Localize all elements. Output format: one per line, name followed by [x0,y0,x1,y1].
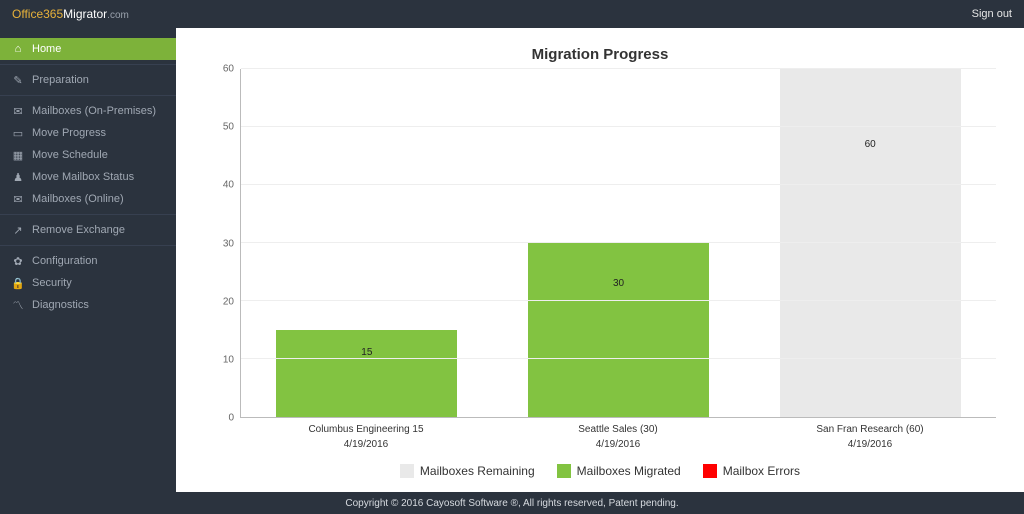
brand-part2: Migrator [63,7,107,21]
x-category-label: Columbus Engineering 15 [240,424,492,435]
bar-slot: 15 [241,69,493,417]
sidebar-item-preparation[interactable]: ✎ Preparation [0,69,176,91]
sidebar-item-configuration[interactable]: ✿ Configuration [0,250,176,272]
sidebar-group: ↗ Remove Exchange [0,214,176,245]
legend: Mailboxes Remaining Mailboxes Migrated Mai… [204,464,996,478]
legend-label: Mailboxes Migrated [577,464,681,478]
sidebar-item-mailboxes-on-premises[interactable]: ✉ Mailboxes (On-Premises) [0,100,176,122]
diagnostics-icon: 〽 [12,299,24,311]
sidebar-item-remove-exchange[interactable]: ↗ Remove Exchange [0,219,176,241]
grid-line [241,68,996,69]
sidebar-item-move-schedule[interactable]: ▦ Move Schedule [0,144,176,166]
sidebar-group: ✿ Configuration 🔒 Security 〽 Diagnostics [0,245,176,320]
legend-swatch [557,464,571,478]
x-date-label: 4/19/2016 [744,439,996,450]
y-tick: 40 [223,180,234,191]
y-tick: 30 [223,238,234,249]
y-tick: 20 [223,296,234,307]
bar-slot: 30 [493,69,745,417]
move-icon: ▭ [12,127,24,139]
grid-line [241,242,996,243]
bar-slot: 60 [744,69,996,417]
mailboxes-icon: ✉ [12,105,24,117]
legend-label: Mailbox Errors [723,464,800,478]
grid-line [241,184,996,185]
preparation-icon: ✎ [12,74,24,86]
content-panel: Migration Progress 0 10 20 30 40 50 60 15 30 60 … [176,28,1024,492]
main: ⌂ Home ✎ Preparation ✉ Mailboxes (On-Premises… [0,28,1024,492]
chart-title: Migration Progress [204,46,996,63]
brand-part3: .com [107,10,129,21]
x-axis: Columbus Engineering 154/19/2016Seattle … [240,418,996,450]
footer-text: Copyright © 2016 Cayosoft Software ®, Al… [345,498,678,509]
legend-swatch [400,464,414,478]
x-date-label: 4/19/2016 [492,439,744,450]
sidebar-item-diagnostics[interactable]: 〽 Diagnostics [0,294,176,316]
mailboxes-icon: ✉ [12,193,24,205]
x-category-label: Seattle Sales (30) [492,424,744,435]
y-tick: 10 [223,354,234,365]
sidebar-item-label: Remove Exchange [32,224,125,236]
brand-logo: Office365Migrator.com [12,7,129,21]
brand-part1: Office365 [12,7,63,21]
legend-item[interactable]: Mailboxes Remaining [400,464,535,478]
sidebar-item-home[interactable]: ⌂ Home [0,38,176,60]
sidebar-item-security[interactable]: 🔒 Security [0,272,176,294]
sidebar-item-label: Configuration [32,255,97,267]
bar-value-label: 30 [528,278,709,289]
bar-value-label: 60 [780,139,961,150]
grid-line [241,300,996,301]
sidebar-item-label: Move Progress [32,127,106,139]
sidebar-item-label: Preparation [32,74,89,86]
topbar: Office365Migrator.com Sign out [0,0,1024,28]
sidebar-item-label: Home [32,43,61,55]
plot-area: 15 30 60 [240,69,996,418]
legend-label: Mailboxes Remaining [420,464,535,478]
y-axis: 0102030405060 [204,69,240,418]
bar[interactable]: 15 [276,330,457,417]
x-date-label: 4/19/2016 [240,439,492,450]
legend-item[interactable]: Mailboxes Migrated [557,464,681,478]
x-cell: San Fran Research (60) 4/19/2016 [744,418,996,450]
sidebar-item-label: Move Schedule [32,149,108,161]
sidebar-item-label: Security [32,277,72,289]
bar[interactable]: 60 [780,69,961,417]
y-tick: 0 [228,413,234,424]
signout-link[interactable]: Sign out [972,8,1012,20]
sidebar-group: ✉ Mailboxes (On-Premises) ▭ Move Progress ▦ M… [0,95,176,214]
move-icon: ♟ [12,171,24,183]
sidebar-item-mailboxes-online[interactable]: ✉ Mailboxes (Online) [0,188,176,210]
move-icon: ▦ [12,149,24,161]
grid-line [241,358,996,359]
sidebar-group: ⌂ Home [0,34,176,64]
sidebar-item-label: Mailboxes (On-Premises) [32,105,156,117]
bar[interactable]: 30 [528,243,709,417]
y-tick: 60 [223,64,234,75]
legend-item[interactable]: Mailbox Errors [703,464,800,478]
sidebar-item-label: Diagnostics [32,299,89,311]
configuration-icon: ✿ [12,255,24,267]
sidebar-item-label: Move Mailbox Status [32,171,134,183]
sidebar-item-move-progress[interactable]: ▭ Move Progress [0,122,176,144]
footer: Copyright © 2016 Cayosoft Software ®, Al… [0,492,1024,514]
remove-icon: ↗ [12,224,24,236]
chart: 0 10 20 30 40 50 60 15 30 60 Columbus Engineerin… [204,69,996,482]
sidebar-group: ✎ Preparation [0,64,176,95]
bars-container: 15 30 60 [241,69,996,417]
y-tick: 50 [223,122,234,133]
sidebar: ⌂ Home ✎ Preparation ✉ Mailboxes (On-Premises… [0,28,176,492]
legend-swatch [703,464,717,478]
sidebar-item-move-mailbox-status[interactable]: ♟ Move Mailbox Status [0,166,176,188]
sidebar-item-label: Mailboxes (Online) [32,193,124,205]
x-category-label: San Fran Research (60) [744,424,996,435]
x-cell: Seattle Sales (30) 4/19/2016 [492,418,744,450]
x-cell: Columbus Engineering 15 4/19/2016 [240,418,492,450]
security-icon: 🔒 [12,277,24,289]
plot-row: 0102030405060 153060 [204,69,996,418]
grid-line [241,126,996,127]
bar-value-label: 15 [276,347,457,358]
home-icon: ⌂ [12,43,24,55]
